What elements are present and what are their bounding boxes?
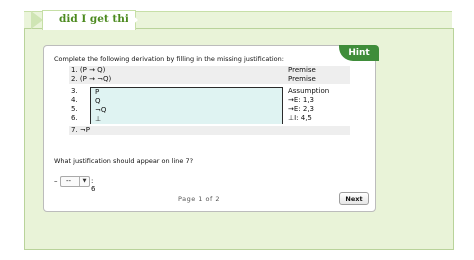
subderivation-box: P Q ¬Q ⊥ <box>90 87 283 124</box>
tab-did-i-get-this[interactable]: did I get this <box>42 10 136 30</box>
subderivation-line: ¬Q <box>95 106 107 114</box>
line-justification: →E: 2,3 <box>288 105 315 113</box>
follow-up-question: What justification should appear on line… <box>54 157 194 165</box>
subderivation-line: P <box>95 88 100 96</box>
line-justification: →E: 1,3 <box>288 96 315 104</box>
line-statement: 4. <box>71 96 78 104</box>
subderivation-line: ⊥ <box>95 115 102 123</box>
question-prompt: Complete the following derivation by fil… <box>54 55 284 63</box>
subderivation-highlight <box>91 88 282 97</box>
answer-prefix: – <box>54 177 58 185</box>
derivation-line: 7. ¬P <box>69 126 350 135</box>
page-indicator: Page 1 of 2 <box>178 195 220 203</box>
line-statement: 7. ¬P <box>71 126 90 134</box>
subderivation-highlight <box>91 106 282 115</box>
line-statement: 3. <box>71 87 78 95</box>
tab-title: did I get this <box>59 13 135 25</box>
next-button[interactable]: Next <box>339 192 369 205</box>
chevron-down-icon: ▼ <box>79 177 89 186</box>
derivation: 1. (P → Q) Premise 2. (P → ¬Q) Premise 3… <box>69 66 350 135</box>
derivation-line: 2. (P → ¬Q) Premise <box>69 75 350 84</box>
subderivation-line: Q <box>95 97 101 105</box>
subderivation-highlight <box>91 97 282 106</box>
tab-right-chevron <box>128 11 138 29</box>
line-reference: : 6 <box>91 177 96 193</box>
line-statement: 5. <box>71 105 78 113</box>
line-justification: ⊥I: 4,5 <box>288 114 312 122</box>
line-statement: 1. (P → Q) <box>71 66 106 74</box>
line-statement: 2. (P → ¬Q) <box>71 75 112 83</box>
line-justification: Premise <box>288 75 316 83</box>
hint-button[interactable]: Hint <box>339 45 379 61</box>
subderivation-highlight <box>91 115 282 124</box>
line-statement: 6. <box>71 114 78 122</box>
derivation-line: 1. (P → Q) Premise <box>69 66 350 75</box>
line-justification: Assumption <box>288 87 330 95</box>
select-value: -- <box>66 177 72 185</box>
justification-select[interactable]: -- ▼ <box>60 176 90 187</box>
line-justification: Premise <box>288 66 316 74</box>
